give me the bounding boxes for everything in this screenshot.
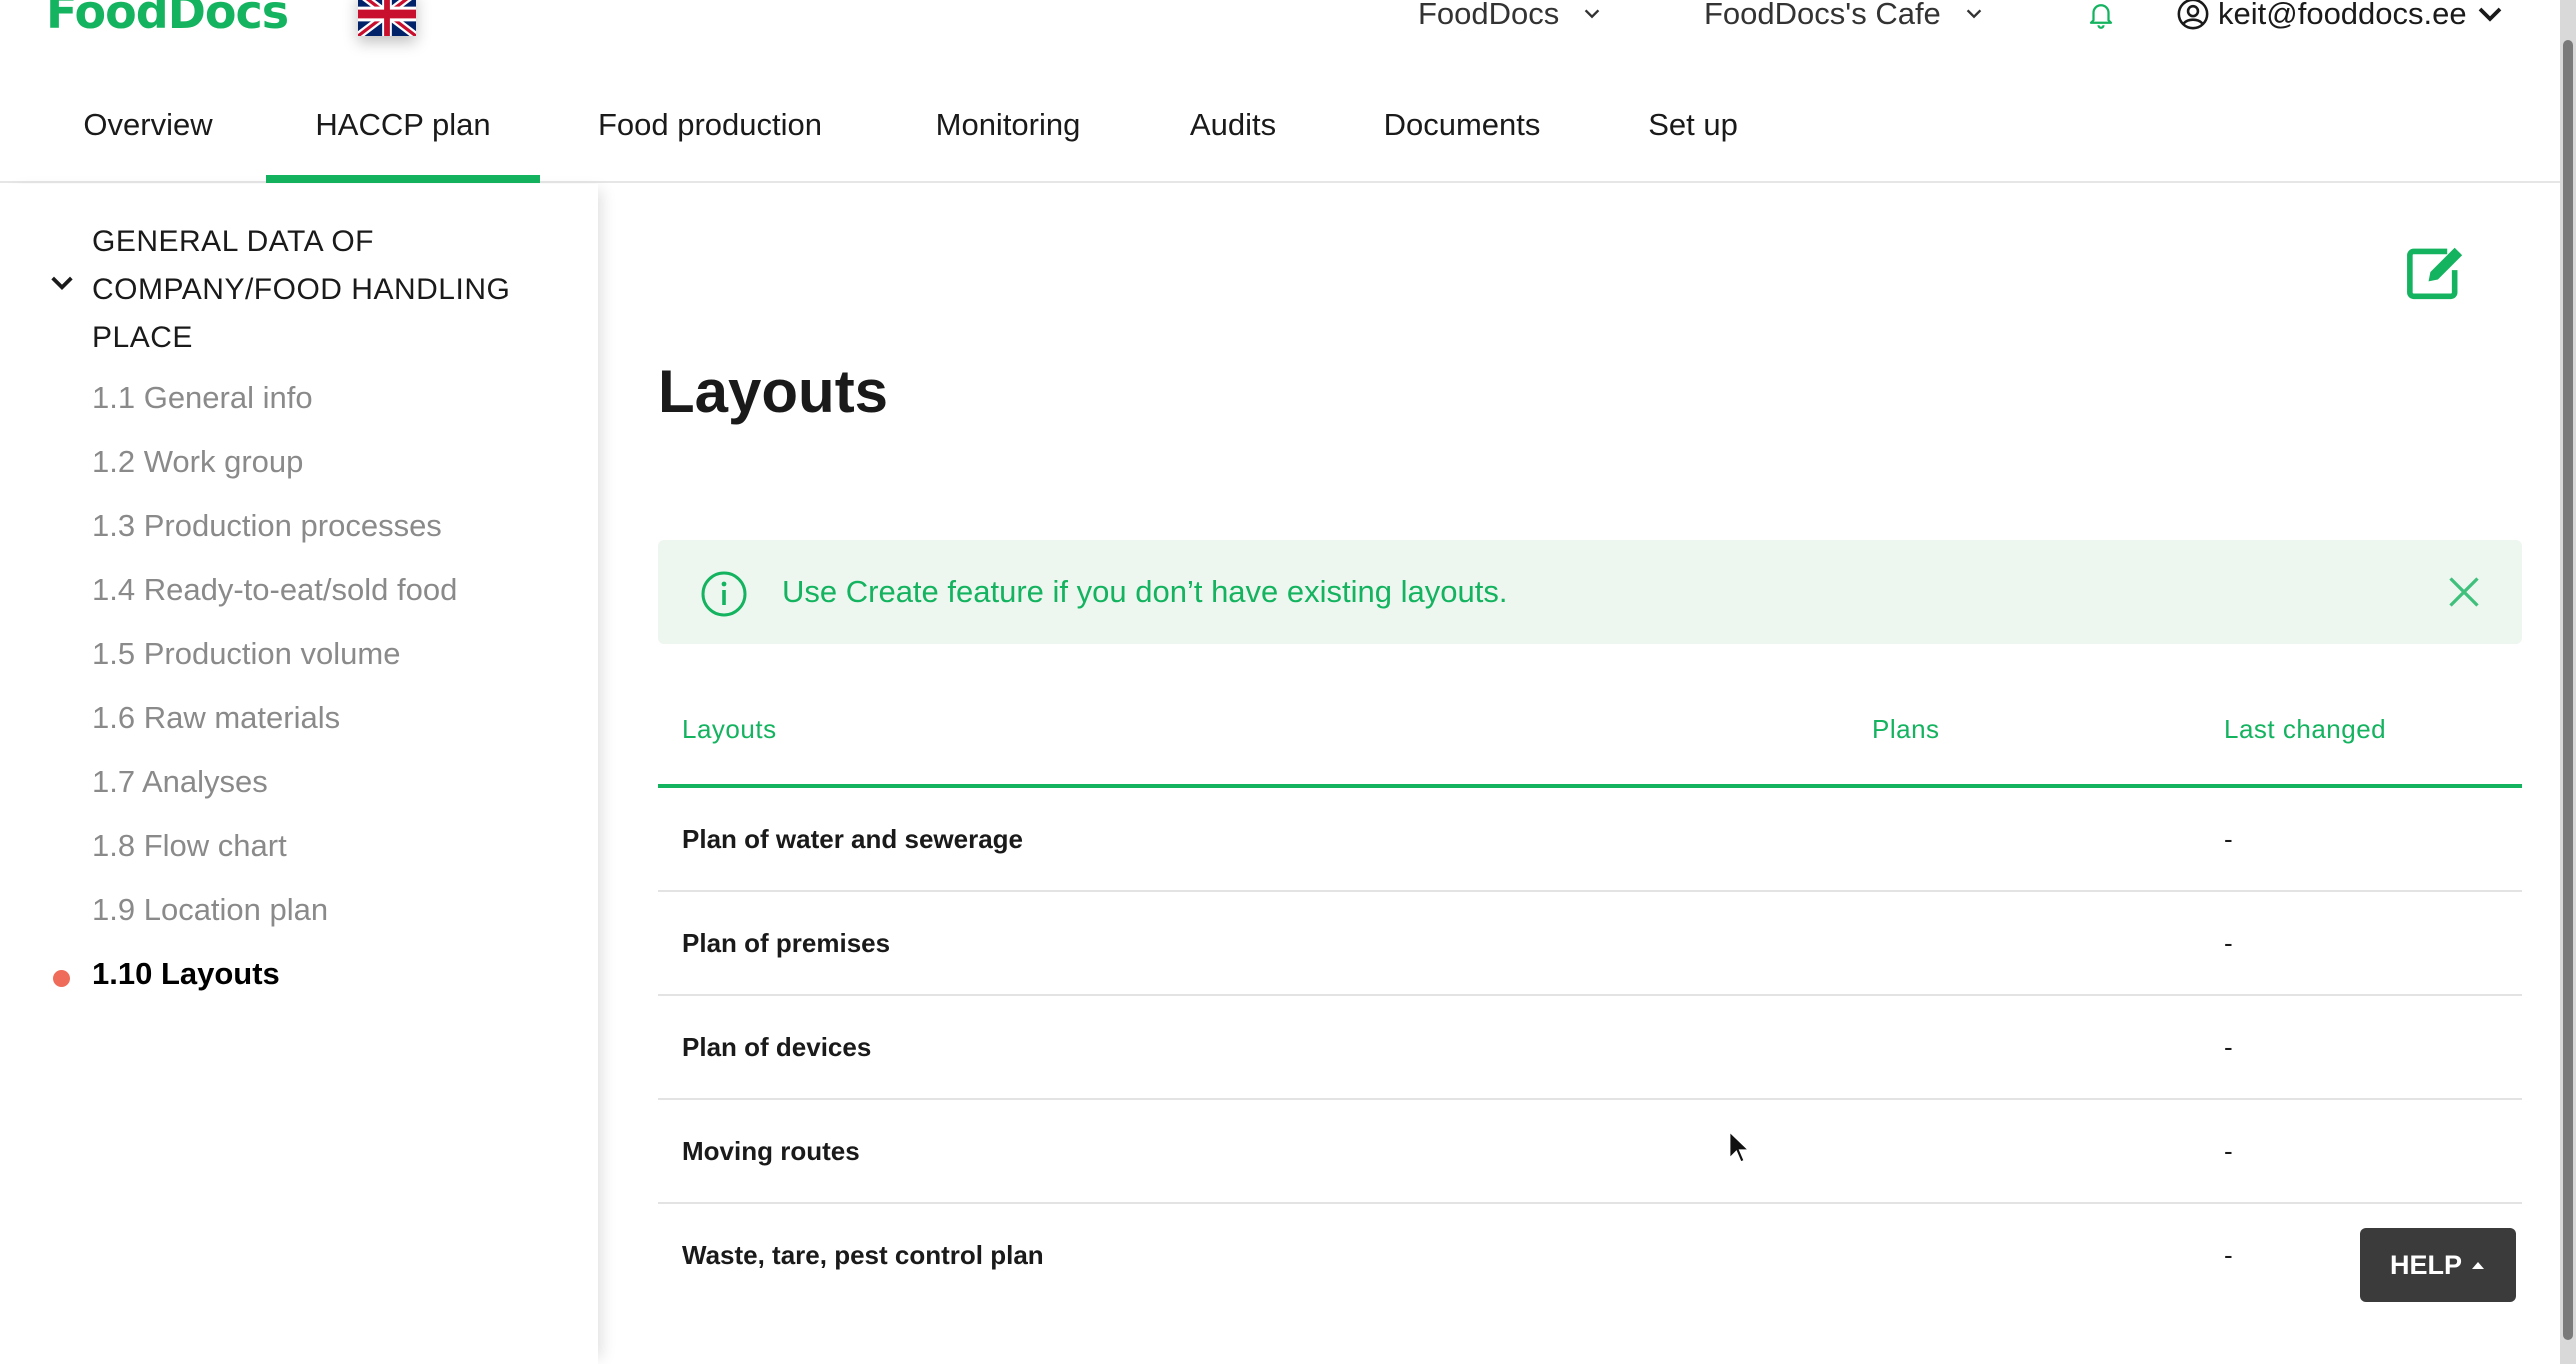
company-dropdown-label: FoodDocs [1418, 0, 1560, 31]
help-button-label: HELP [2389, 1249, 2462, 1280]
edit-icon[interactable] [2406, 244, 2466, 300]
layout-name: Plan of premises [682, 928, 891, 958]
table-header: Layouts Plans Last changed [658, 674, 2522, 788]
last-changed: - [2224, 1240, 2233, 1270]
table-row[interactable]: Moving routes - [658, 1100, 2522, 1204]
sidebar-item-general-info[interactable]: 1.1 General info [92, 378, 313, 418]
table-row[interactable]: Plan of devices - [658, 996, 2522, 1100]
chevron-down-icon [1585, 9, 1600, 19]
close-icon[interactable] [2446, 574, 2482, 610]
info-banner: Use Create feature if you don’t have exi… [658, 540, 2522, 644]
table-row[interactable]: Plan of water and sewerage - [658, 788, 2522, 892]
chevron-down-icon [2478, 7, 2501, 22]
layout-name: Waste, tare, pest control plan [682, 1240, 1044, 1270]
sidebar-section-title: GENERAL DATA OF COMPANY/FOOD HANDLING PL… [92, 218, 510, 362]
sidebar-item-analyses[interactable]: 1.7 Analyses [92, 762, 268, 802]
layout-name: Plan of water and sewerage [682, 824, 1024, 854]
last-changed: - [2224, 1136, 2233, 1166]
chevron-down-icon [1966, 9, 1982, 19]
user-email: keit@fooddocs.ee [2218, 0, 2467, 31]
column-header-last-changed[interactable]: Last changed [2224, 714, 2386, 745]
page-title: Layouts [658, 358, 889, 425]
table-row[interactable]: Plan of premises - [658, 892, 2522, 996]
sidebar-section-header[interactable]: GENERAL DATA OF COMPANY/FOOD HANDLING PL… [46, 218, 566, 362]
layout-name: Plan of devices [682, 1032, 872, 1062]
top-bar: FoodDocs FoodDocs FoodDocs's Cafe keit@f… [0, 0, 2560, 42]
sidebar-item-location-plan[interactable]: 1.9 Location plan [92, 890, 328, 930]
help-button[interactable]: HELP [2360, 1228, 2516, 1302]
section-title-line: GENERAL DATA OF [92, 225, 374, 258]
sidebar-item-work-group[interactable]: 1.2 Work group [92, 442, 303, 482]
tab-set-up[interactable]: Set up [1630, 80, 1756, 183]
layouts-table: Layouts Plans Last changed Plan of water… [658, 674, 2522, 1308]
last-changed: - [2224, 928, 2233, 958]
sidebar-item-layouts[interactable]: 1.10 Layouts [92, 954, 280, 994]
sidebar: GENERAL DATA OF COMPANY/FOOD HANDLING PL… [0, 184, 598, 1364]
page-scrollbar[interactable] [2560, 0, 2576, 1364]
tab-documents[interactable]: Documents [1364, 80, 1560, 183]
sidebar-item-ready-to-eat-food[interactable]: 1.4 Ready-to-eat/sold food [92, 570, 457, 610]
sidebar-item-production-volume[interactable]: 1.5 Production volume [92, 634, 400, 674]
location-dropdown[interactable]: FoodDocs's Cafe [1704, 0, 1985, 32]
main-content: Layouts Use Create feature if you don’t … [600, 184, 2560, 1364]
section-title-line: COMPANY/FOOD HANDLING [92, 273, 511, 306]
company-dropdown[interactable]: FoodDocs [1418, 0, 1603, 32]
user-menu[interactable]: keit@fooddocs.ee [2176, 0, 2505, 32]
sidebar-item-flow-chart[interactable]: 1.8 Flow chart [92, 826, 287, 866]
tab-haccp-plan[interactable]: HACCP plan [266, 80, 540, 183]
mouse-cursor-icon [1728, 1130, 1752, 1164]
scrollbar-thumb[interactable] [2563, 40, 2573, 1340]
column-header-plans[interactable]: Plans [1872, 714, 1940, 745]
info-message: Use Create feature if you don’t have exi… [782, 574, 1508, 609]
sidebar-item-raw-materials[interactable]: 1.6 Raw materials [92, 698, 340, 738]
last-changed: - [2224, 1032, 2233, 1062]
table-row[interactable]: Waste, tare, pest control plan - [658, 1204, 2522, 1308]
fooddocs-logo[interactable]: FoodDocs [46, 0, 289, 38]
main-nav: Overview HACCP plan Food production Moni… [0, 80, 2560, 183]
caret-up-icon [2472, 1262, 2484, 1269]
info-icon [701, 571, 747, 617]
uk-flag-icon[interactable] [358, 0, 416, 36]
location-dropdown-label: FoodDocs's Cafe [1704, 0, 1941, 31]
sidebar-item-production-processes[interactable]: 1.3 Production processes [92, 506, 442, 546]
tab-audits[interactable]: Audits [1164, 80, 1302, 183]
current-item-indicator [53, 970, 70, 987]
tab-overview[interactable]: Overview [50, 80, 246, 183]
bell-icon[interactable] [2086, 0, 2116, 30]
layout-name: Moving routes [682, 1136, 860, 1166]
column-header-layouts[interactable]: Layouts [682, 714, 777, 745]
chevron-down-icon [51, 276, 73, 290]
last-changed: - [2224, 824, 2233, 854]
tab-monitoring[interactable]: Monitoring [910, 80, 1106, 183]
section-title-line: PLACE [92, 321, 193, 354]
tab-food-production[interactable]: Food production [570, 80, 850, 183]
user-icon [2177, 0, 2209, 30]
